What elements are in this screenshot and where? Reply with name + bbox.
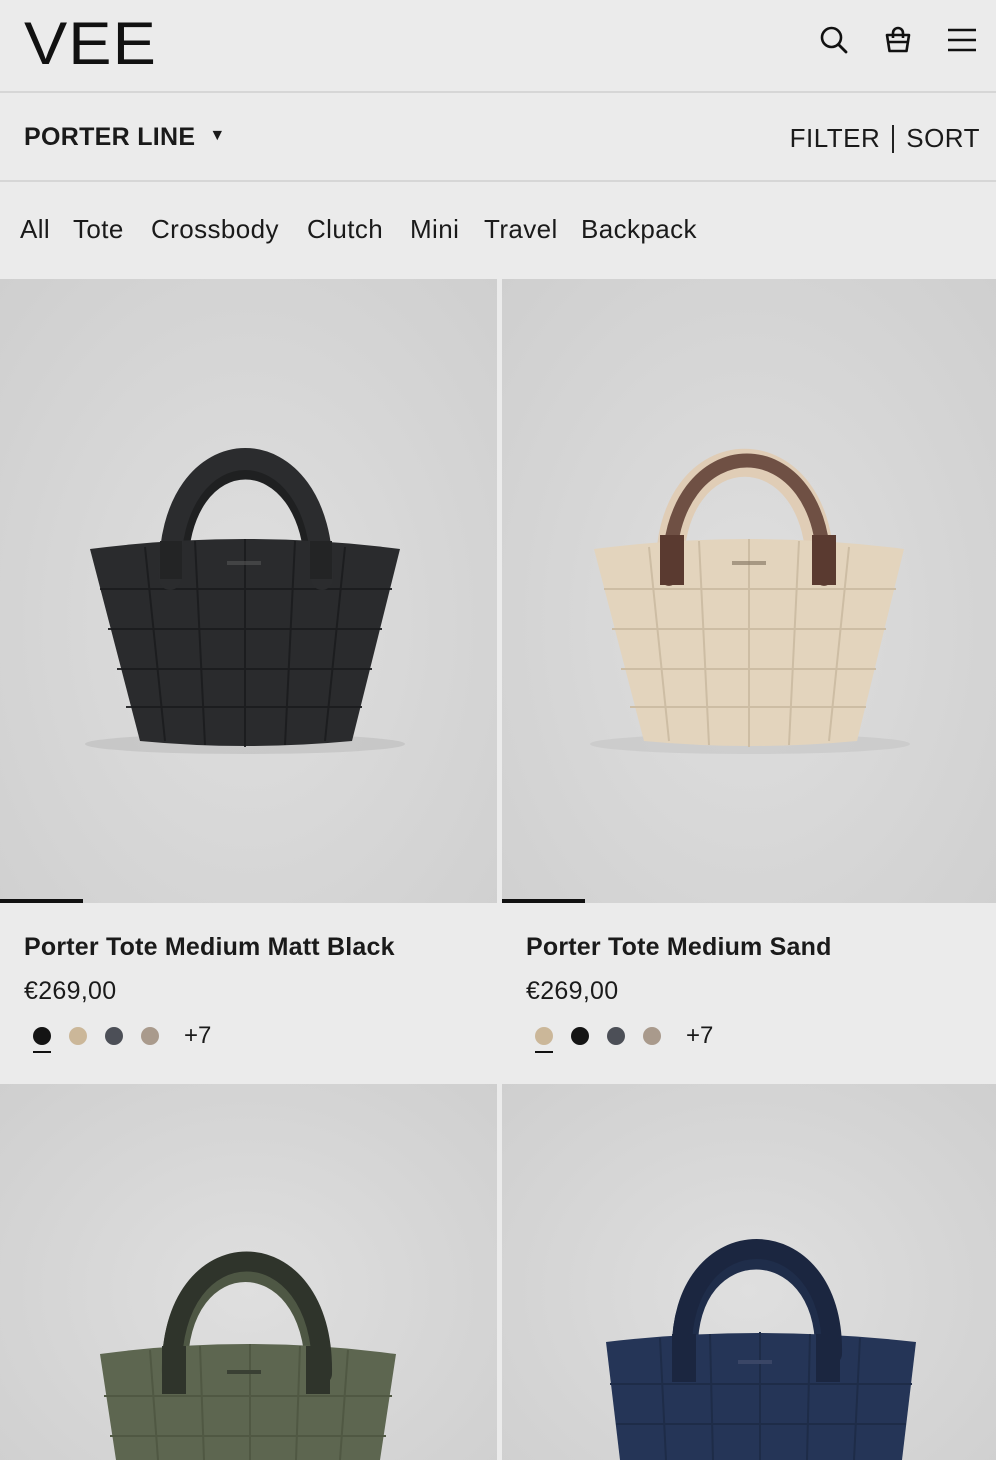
swatch-dot <box>33 1027 51 1045</box>
color-swatch[interactable] <box>526 1021 562 1057</box>
swatch-dot <box>607 1027 625 1045</box>
search-icon[interactable] <box>816 22 852 58</box>
site-header: VEE <box>0 0 996 93</box>
color-swatch[interactable] <box>24 1021 60 1057</box>
color-swatch[interactable] <box>132 1021 168 1057</box>
filter-sort: FILTER SORT <box>790 123 980 154</box>
product-price: €269,00 <box>24 977 117 1005</box>
category-mini[interactable]: Mini <box>410 214 459 245</box>
product-photo <box>606 1239 916 1460</box>
swatch-dot <box>105 1027 123 1045</box>
category-clutch[interactable]: Clutch <box>307 214 383 245</box>
more-colors[interactable]: +7 <box>184 1021 211 1051</box>
divider <box>892 124 895 153</box>
collection-bar: PORTER LINE ▼ FILTER SORT <box>0 95 996 182</box>
bag-body <box>100 1344 396 1460</box>
category-travel[interactable]: Travel <box>484 214 558 245</box>
product-image[interactable] <box>502 279 996 903</box>
caret-down-icon: ▼ <box>209 126 226 144</box>
color-swatch[interactable] <box>562 1021 598 1057</box>
swatch-dot <box>141 1027 159 1045</box>
collection-title: PORTER LINE <box>24 123 196 151</box>
product-price: €269,00 <box>526 977 619 1005</box>
category-nav: All Tote Crossbody Clutch Mini Travel Ba… <box>0 184 996 278</box>
product-name[interactable]: Porter Tote Medium Matt Black <box>24 933 395 962</box>
swatch-dot <box>535 1027 553 1045</box>
product-image[interactable] <box>502 1084 996 1460</box>
color-swatch[interactable] <box>598 1021 634 1057</box>
product-photo <box>100 1251 396 1460</box>
color-swatch[interactable] <box>634 1021 670 1057</box>
category-all[interactable]: All <box>20 214 50 245</box>
swatch-dot <box>643 1027 661 1045</box>
product-name[interactable]: Porter Tote Medium Sand <box>526 933 832 962</box>
swatch-dot <box>69 1027 87 1045</box>
category-backpack[interactable]: Backpack <box>581 214 697 245</box>
category-tote[interactable]: Tote <box>73 214 124 245</box>
product-photo <box>85 448 405 754</box>
more-colors[interactable]: +7 <box>686 1021 713 1051</box>
filter-button[interactable]: FILTER <box>790 123 881 154</box>
product-photo <box>590 448 910 754</box>
vee-logo[interactable]: VEE <box>24 14 157 74</box>
swatch-dot <box>571 1027 589 1045</box>
color-swatches: +7 <box>526 1021 713 1057</box>
sort-button[interactable]: SORT <box>906 123 980 154</box>
product-card: Porter Tote Medium Matt Black €269,00 +7 <box>0 903 497 1084</box>
color-swatch[interactable] <box>60 1021 96 1057</box>
color-swatches: +7 <box>24 1021 211 1057</box>
category-crossbody[interactable]: Crossbody <box>151 214 279 245</box>
color-swatch[interactable] <box>96 1021 132 1057</box>
collection-dropdown[interactable]: PORTER LINE ▼ <box>24 123 226 152</box>
menu-icon[interactable] <box>944 22 980 58</box>
product-image[interactable] <box>0 279 497 903</box>
bag-icon[interactable] <box>880 22 916 58</box>
product-image[interactable] <box>0 1084 497 1460</box>
product-card: Porter Tote Medium Sand €269,00 +7 <box>502 903 996 1084</box>
